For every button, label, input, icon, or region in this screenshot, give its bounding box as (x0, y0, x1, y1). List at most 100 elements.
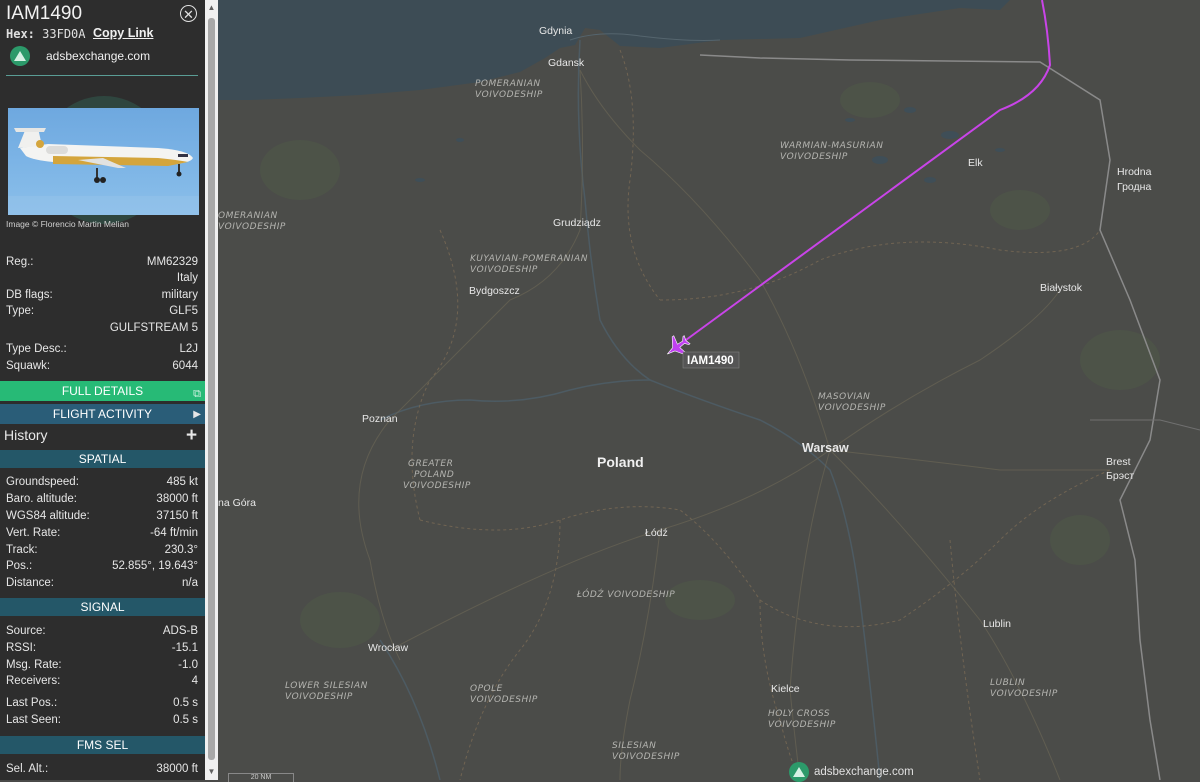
region-label: POMERANIAN (475, 79, 541, 89)
details-key: Type Desc.: (6, 343, 67, 355)
city-label: Elk (968, 157, 983, 169)
fms-row: Sel. Alt.: 38000 ft (6, 761, 198, 777)
map-attribution[interactable]: adsbexchange.com (814, 766, 914, 778)
region-label: VOIVODESHIP (475, 90, 543, 100)
region-label: VOIVODESHIP (818, 403, 886, 413)
plus-icon[interactable]: + (186, 425, 197, 447)
spatial-value: 52.855°, 19.643° (112, 560, 198, 572)
city-label: Wrocław (368, 642, 408, 654)
adsbexchange-map-logo-icon[interactable] (789, 762, 809, 782)
details-value: MM62329 (146, 256, 198, 268)
city-label: Poznan (362, 413, 398, 425)
external-link-icon: ⧉ (193, 388, 201, 400)
region-label: KUYAVIAN-POMERANIAN (470, 254, 588, 264)
aircraft-callsign: IAM1490 (6, 3, 83, 24)
spatial-key: Track: (6, 544, 38, 556)
fms-key: Sel. Alt.: (6, 763, 49, 775)
details-value: GLF5 (169, 305, 198, 317)
spatial-key: Distance: (6, 577, 54, 589)
region-label: VOIVODESHIP (470, 695, 538, 705)
scroll-up-icon[interactable]: ▲ (205, 2, 218, 14)
details-value: military (161, 289, 198, 301)
city-label: Lublin (983, 618, 1011, 630)
site-link[interactable]: adsbexchange.com (46, 49, 150, 63)
spatial-row: Vert. Rate: -64 ft/min (6, 525, 198, 541)
city-label: na Góra (218, 497, 256, 509)
city-label: Gdansk (548, 57, 585, 69)
full-details-label: FULL DETAILS (61, 384, 144, 398)
city-label: Bydgoszcz (469, 285, 520, 297)
region-label: HOLY CROSS (768, 709, 830, 719)
fms-value: 38000 ft (156, 763, 198, 775)
city-label: Łódź (645, 527, 668, 539)
signal-value: -15.1 (171, 642, 198, 654)
details-key: DB flags: (6, 289, 53, 301)
country-label: Poland (597, 454, 644, 470)
close-icon[interactable]: ✕ (180, 5, 197, 22)
signal-value: -1.0 (178, 659, 198, 671)
spatial-key: Vert. Rate: (6, 527, 61, 539)
aircraft-info-panel: IAM1490 ✕ Hex: 33FD0A Copy Link adsbexch… (0, 0, 205, 780)
section-spatial[interactable]: SPATIAL (0, 450, 205, 468)
section-fms-sel[interactable]: FMS SEL (0, 736, 205, 754)
city-label: Kielce (771, 683, 800, 695)
details-value: GULFSTREAM 5 (109, 322, 198, 334)
map-view[interactable]: IAM1490 Poland Gdynia Gdansk Elk Hrodna Грод… (218, 0, 1200, 780)
details-value: L2J (179, 343, 198, 355)
signal-row: Receivers: 4 (6, 673, 198, 689)
flight-activity-button[interactable]: FLIGHT ACTIVITY ▶ (0, 404, 205, 424)
details-row: Type Desc.: L2J (6, 341, 198, 357)
city-label: Grudziądz (553, 217, 601, 229)
aircraft-label[interactable]: IAM1490 (687, 355, 734, 367)
map-scale: 20 NM (228, 773, 294, 782)
signal-key: Receivers: (6, 675, 61, 687)
full-details-button[interactable]: FULL DETAILS ⧉ (0, 381, 205, 401)
copy-link[interactable]: Copy Link (93, 26, 153, 40)
signal-row: Last Seen: 0.5 s (6, 712, 198, 728)
hex-label: Hex: (6, 27, 35, 41)
hex-code: Hex: 33FD0A (6, 27, 86, 41)
signal-value: 0.5 s (173, 714, 198, 726)
spatial-value: -64 ft/min (150, 527, 198, 539)
signal-value: 4 (191, 675, 198, 687)
region-label: MASOVIAN (818, 392, 870, 402)
aircraft-photo[interactable] (8, 108, 199, 215)
section-signal[interactable]: SIGNAL (0, 598, 205, 616)
details-row: DB flags: military (6, 287, 198, 303)
city-label: Brest (1106, 456, 1131, 468)
region-label: ŁÓDŹ VOIVODESHIP (576, 588, 675, 600)
signal-row: Last Pos.: 0.5 s (6, 695, 198, 711)
spatial-value: n/a (182, 577, 198, 589)
city-label: Гродна (1117, 181, 1151, 193)
details-value: 6044 (172, 360, 198, 372)
region-label: LUBLIN (990, 678, 1025, 688)
image-credit: Image © Florencio Martin Melian (6, 219, 129, 229)
spatial-key: Groundspeed: (6, 476, 79, 488)
adsbexchange-logo-icon[interactable] (10, 46, 30, 66)
signal-key: Last Pos.: (6, 697, 58, 709)
signal-row: RSSI: -15.1 (6, 640, 198, 656)
details-key: Reg.: (6, 256, 34, 268)
region-label: VOIVODESHIP (403, 481, 471, 491)
sidebar-scrollbar[interactable]: ▲ ▼ (205, 0, 218, 780)
signal-value: ADS-B (162, 625, 198, 637)
city-label: Брэст (1106, 470, 1134, 482)
details-value: Italy (176, 272, 198, 284)
scrollbar-thumb[interactable] (208, 18, 215, 760)
city-label: Warsaw (802, 441, 849, 455)
region-label: LOWER SILESIAN (285, 681, 368, 691)
region-label: VOIVODESHIP (612, 752, 680, 762)
details-row: Reg.: MM62329 (6, 254, 198, 270)
scroll-down-icon[interactable]: ▼ (205, 766, 218, 778)
region-label: OMERANIAN (218, 211, 278, 221)
spatial-row: Pos.: 52.855°, 19.643° (6, 558, 198, 574)
signal-key: Last Seen: (6, 714, 61, 726)
details-key: Type: (6, 305, 35, 317)
region-label: VOIVODESHIP (218, 222, 286, 232)
spatial-row: Distance: n/a (6, 575, 198, 591)
spatial-value: 485 kt (166, 476, 198, 488)
details-key: Squawk: (6, 360, 51, 372)
history-heading: History (4, 427, 48, 443)
spatial-value: 38000 ft (156, 493, 198, 505)
signal-key: Msg. Rate: (6, 659, 62, 671)
